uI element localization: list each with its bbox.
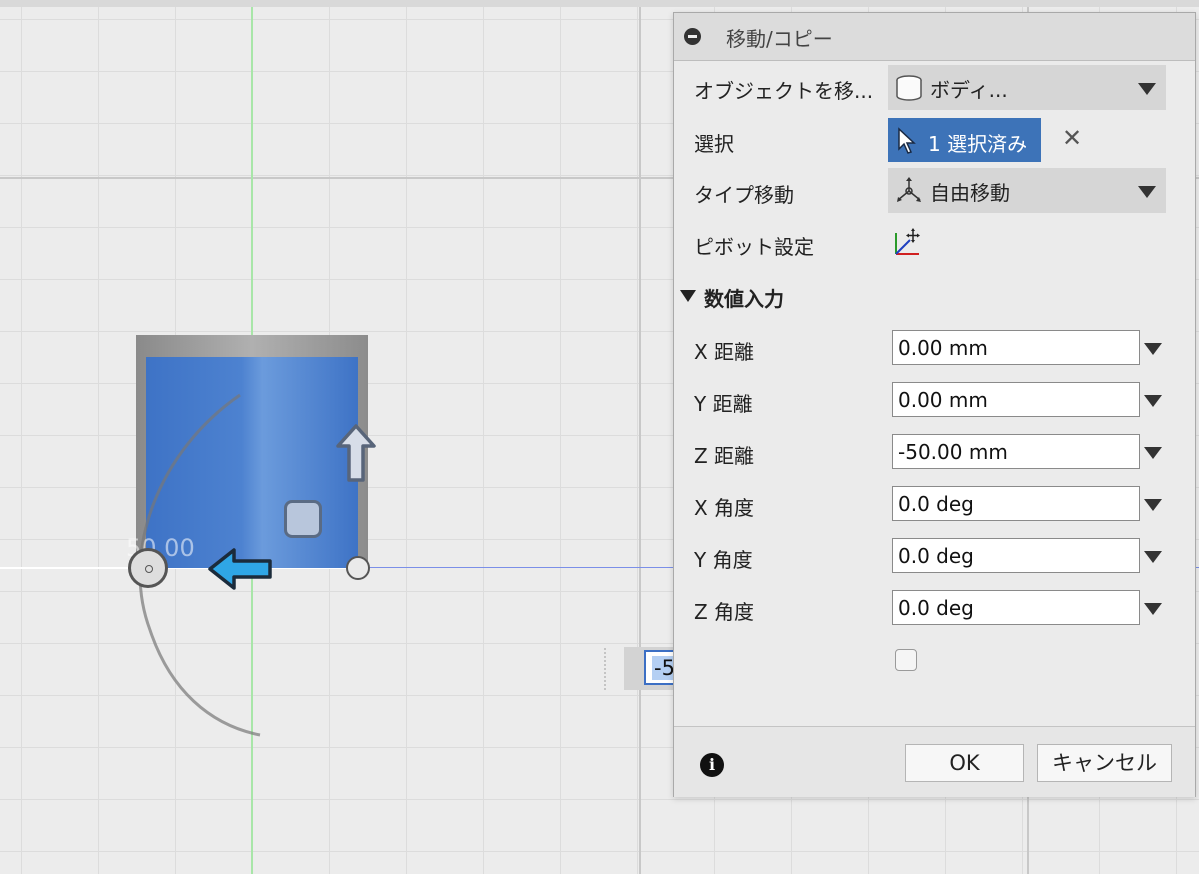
chevron-down-icon bbox=[1138, 83, 1156, 95]
selection-count: 1 選択済み bbox=[928, 132, 1028, 156]
planar-move-handle[interactable] bbox=[284, 500, 322, 538]
object-type-value: ボディ... bbox=[930, 78, 1008, 102]
move-left-arrow-handle[interactable] bbox=[206, 546, 276, 592]
z-distance-label: Z 距離 bbox=[694, 444, 755, 468]
ok-button[interactable]: OK bbox=[905, 744, 1024, 782]
float-input-grip[interactable] bbox=[604, 648, 614, 690]
y-angle-value: 0.0 deg bbox=[898, 544, 974, 568]
x-distance-field[interactable]: 0.00 mm bbox=[892, 330, 1140, 365]
z-angle-label: Z 角度 bbox=[694, 600, 755, 624]
numeric-input-section-title[interactable]: 数値入力 bbox=[704, 283, 784, 312]
cancel-button[interactable]: キャンセル bbox=[1037, 744, 1172, 782]
y-distance-field[interactable]: 0.00 mm bbox=[892, 382, 1140, 417]
cursor-arrow-icon bbox=[898, 127, 916, 154]
chevron-down-icon[interactable] bbox=[1144, 551, 1162, 563]
move-type-value: 自由移動 bbox=[930, 181, 1010, 205]
chevron-down-icon[interactable] bbox=[1144, 447, 1162, 459]
y-distance-value: 0.00 mm bbox=[898, 388, 988, 412]
pivot-point-handle[interactable] bbox=[128, 548, 168, 588]
create-copy-checkbox[interactable] bbox=[895, 649, 917, 671]
dialog-title: 移動/コピー bbox=[726, 27, 833, 51]
x-angle-value: 0.0 deg bbox=[898, 492, 974, 516]
body-cylinder-icon bbox=[896, 75, 922, 101]
x-distance-value: 0.00 mm bbox=[898, 336, 988, 360]
move-up-arrow-handle[interactable] bbox=[334, 422, 378, 484]
object-type-dropdown[interactable]: ボディ... bbox=[888, 65, 1166, 110]
viewport-top-strip bbox=[0, 0, 1199, 7]
z-angle-value: 0.0 deg bbox=[898, 596, 974, 620]
z-angle-field[interactable]: 0.0 deg bbox=[892, 590, 1140, 625]
y-distance-label: Y 距離 bbox=[694, 392, 753, 416]
pivot-label: ピボット設定 bbox=[694, 235, 814, 259]
close-icon[interactable]: ✕ bbox=[1059, 124, 1085, 154]
x-angle-field[interactable]: 0.0 deg bbox=[892, 486, 1140, 521]
pivot-center-dot bbox=[145, 565, 153, 573]
z-distance-field[interactable]: -50.00 mm bbox=[892, 434, 1140, 469]
y-angle-field[interactable]: 0.0 deg bbox=[892, 538, 1140, 573]
dialog-header[interactable]: 移動/コピー bbox=[674, 13, 1195, 61]
z-distance-value: -50.00 mm bbox=[898, 440, 1008, 464]
x-angle-label: X 角度 bbox=[694, 496, 755, 520]
move-type-label: タイプ移動 bbox=[694, 183, 794, 207]
dialog-footer: i OK キャンセル bbox=[674, 726, 1195, 797]
selection-button[interactable]: 1 選択済み bbox=[888, 118, 1041, 162]
chevron-down-icon[interactable] bbox=[1144, 343, 1162, 355]
section-collapse-icon[interactable] bbox=[680, 290, 696, 302]
chevron-down-icon[interactable] bbox=[1144, 395, 1162, 407]
object-type-label: オブジェクトを移... bbox=[694, 79, 874, 103]
y-angle-label: Y 角度 bbox=[694, 548, 753, 572]
grid-major-line bbox=[639, 7, 641, 874]
move-copy-dialog: 移動/コピー オブジェクトを移... ボディ... 選択 1 選択済み ✕ タイ… bbox=[673, 12, 1196, 797]
pivot-axes-icon[interactable] bbox=[891, 227, 923, 259]
free-move-icon bbox=[897, 177, 921, 202]
x-distance-label: X 距離 bbox=[694, 340, 755, 364]
chevron-down-icon[interactable] bbox=[1144, 603, 1162, 615]
info-icon[interactable]: i bbox=[700, 753, 724, 777]
collapse-icon[interactable] bbox=[684, 28, 701, 45]
move-type-dropdown[interactable]: 自由移動 bbox=[888, 168, 1166, 213]
corner-point-handle[interactable] bbox=[346, 556, 370, 580]
selection-label: 選択 bbox=[694, 132, 734, 156]
chevron-down-icon bbox=[1138, 186, 1156, 198]
chevron-down-icon[interactable] bbox=[1144, 499, 1162, 511]
